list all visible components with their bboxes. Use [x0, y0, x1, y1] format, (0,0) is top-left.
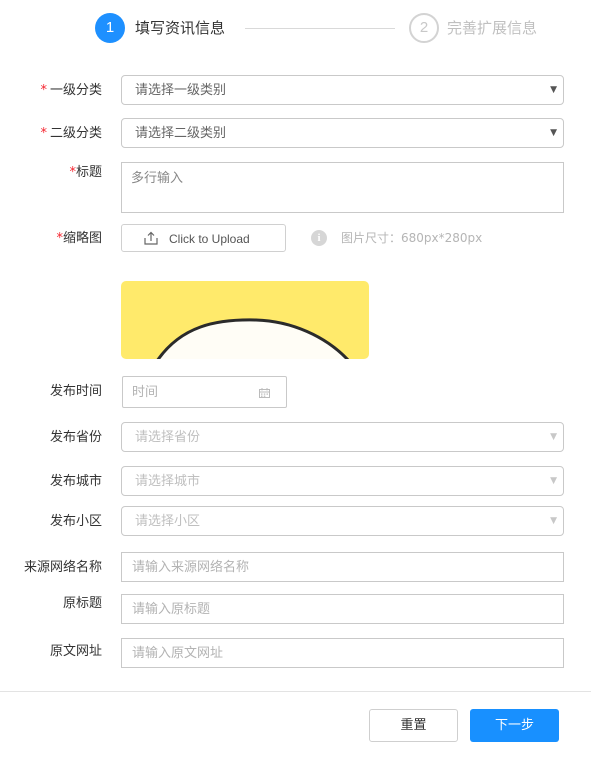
required-mark: * — [40, 83, 47, 98]
source-name-label: 来源网络名称 — [23, 560, 102, 575]
publish-time-picker[interactable]: 时间 — [122, 376, 287, 408]
category2-label-text: 二级分类 — [49, 126, 102, 141]
chevron-down-icon: ▼ — [550, 85, 557, 95]
thumbnail-label: *缩略图 — [56, 230, 102, 248]
original-title-label: 原标题 — [62, 596, 102, 611]
category2-placeholder: 请选择二级类别 — [135, 126, 227, 141]
step-connector — [245, 28, 395, 29]
original-url-input[interactable]: 请输入原文网址 — [121, 638, 564, 668]
reset-button[interactable]: 重置 — [369, 709, 458, 742]
thumbnail-label-text: 缩略图 — [62, 231, 102, 246]
step-1-label: 填写资讯信息 — [135, 19, 226, 37]
district-label: 发布小区 — [49, 514, 102, 529]
next-step-button[interactable]: 下一步 — [470, 709, 559, 742]
chevron-down-icon: ▼ — [550, 516, 557, 526]
city-select[interactable]: 请选择城市 ▼ — [121, 466, 564, 496]
step-1-indicator: 1 — [95, 13, 125, 43]
category1-select[interactable]: 请选择一级类别 ▼ — [121, 75, 564, 105]
category2-label: * 二级分类 — [40, 125, 102, 143]
source-name-input[interactable]: 请输入来源网络名称 — [121, 552, 564, 582]
category1-label-text: 一级分类 — [49, 83, 102, 98]
original-url-placeholder: 请输入原文网址 — [132, 646, 224, 661]
upload-icon — [144, 231, 158, 245]
title-textarea[interactable]: 多行输入 — [121, 162, 564, 213]
title-label-text: 标题 — [75, 165, 102, 180]
original-title-input[interactable]: 请输入原标题 — [121, 594, 564, 624]
district-select[interactable]: 请选择小区 ▼ — [121, 506, 564, 536]
original-title-placeholder: 请输入原标题 — [132, 602, 211, 617]
source-name-placeholder: 请输入来源网络名称 — [132, 560, 250, 575]
thumbnail-size-hint: 图片尺寸：680px*280px — [341, 231, 483, 245]
info-icon: i — [311, 230, 327, 246]
district-placeholder: 请选择小区 — [135, 514, 201, 529]
city-label: 发布城市 — [49, 474, 102, 489]
calendar-icon — [259, 388, 270, 398]
upload-label: Click to Upload — [169, 232, 250, 246]
category1-placeholder: 请选择一级类别 — [135, 83, 227, 98]
step-2-indicator: 2 — [409, 13, 439, 43]
city-placeholder: 请选择城市 — [135, 474, 201, 489]
province-select[interactable]: 请选择省份 ▼ — [121, 422, 564, 452]
province-label: 发布省份 — [49, 430, 102, 445]
category1-label: * 一级分类 — [40, 82, 102, 100]
thumbnail-image — [121, 281, 369, 359]
original-url-label: 原文网址 — [49, 644, 102, 659]
footer-divider — [0, 691, 591, 692]
chevron-down-icon: ▼ — [550, 432, 557, 442]
province-placeholder: 请选择省份 — [135, 430, 201, 445]
chevron-down-icon: ▼ — [550, 128, 557, 138]
step-2-label: 完善扩展信息 — [447, 19, 538, 37]
title-placeholder: 多行输入 — [131, 171, 184, 186]
publish-time-placeholder: 时间 — [132, 385, 159, 400]
thumbnail-preview — [121, 281, 369, 359]
required-mark: * — [40, 126, 47, 141]
upload-button[interactable]: Click to Upload — [121, 224, 286, 252]
publish-time-label: 发布时间 — [49, 384, 102, 399]
title-label: *标题 — [69, 164, 102, 182]
chevron-down-icon: ▼ — [550, 476, 557, 486]
category2-select[interactable]: 请选择二级类别 ▼ — [121, 118, 564, 148]
